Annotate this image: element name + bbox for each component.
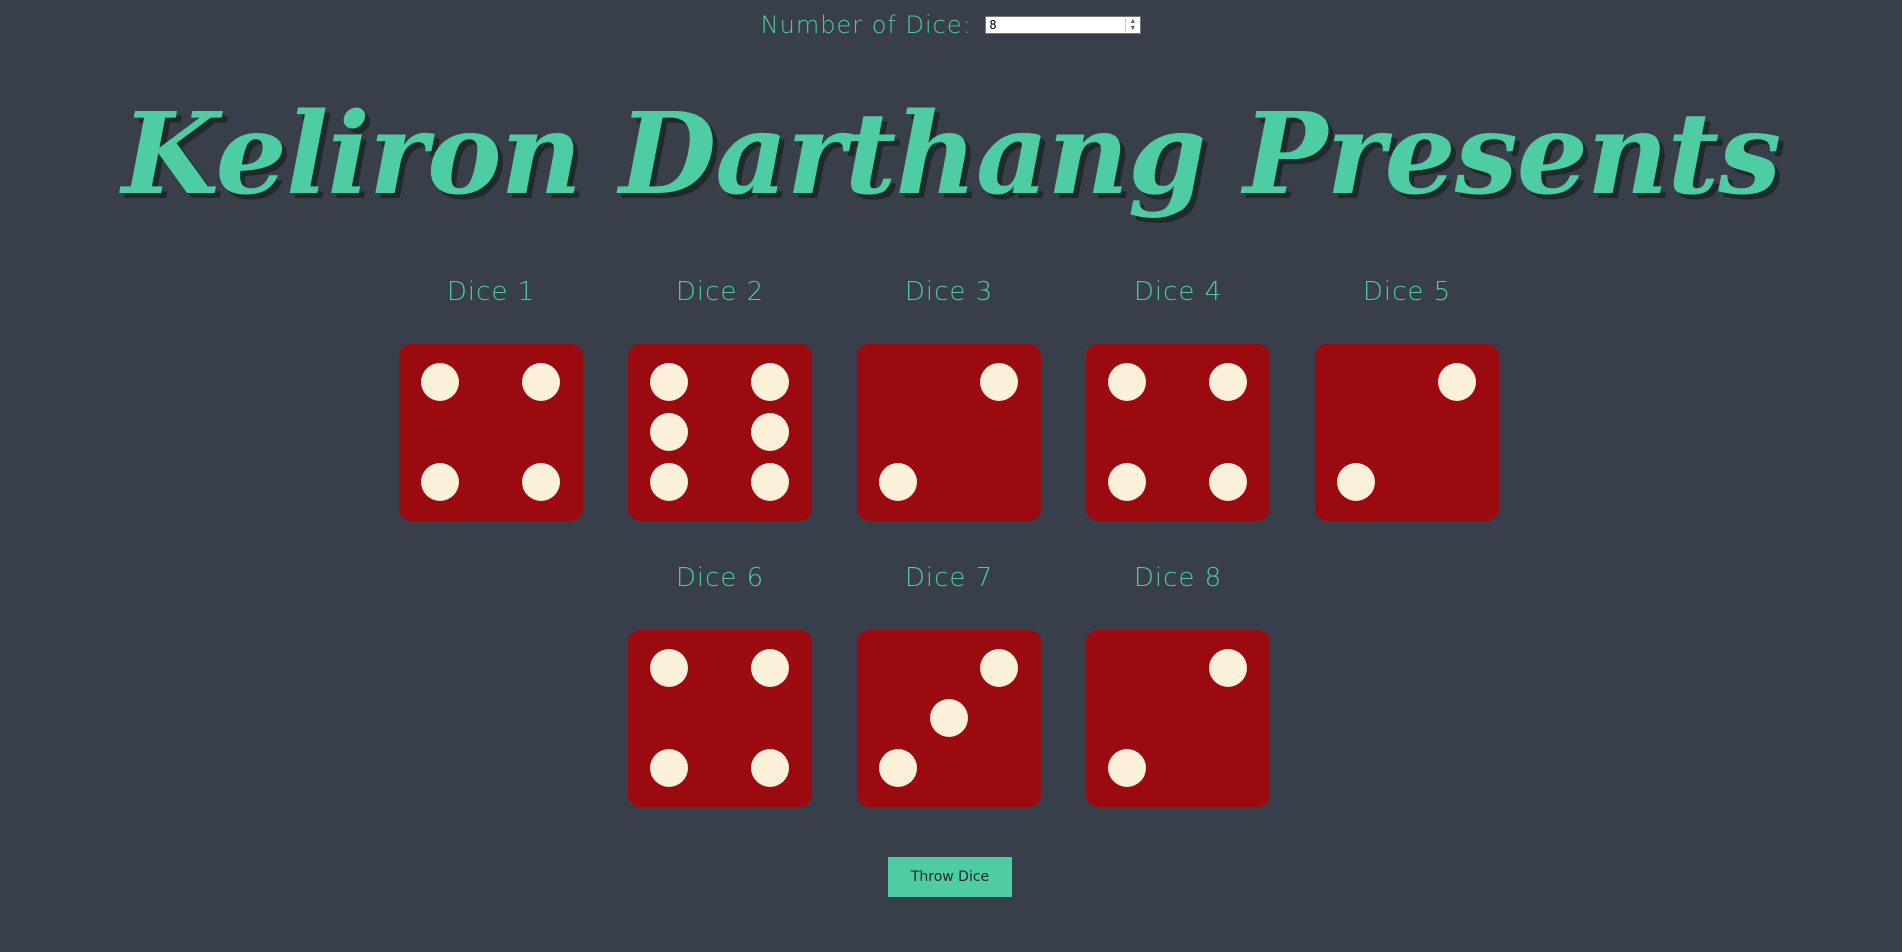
dice-label: Dice 4 xyxy=(1133,277,1223,307)
pip xyxy=(751,749,789,787)
throw-dice-button[interactable]: Throw Dice xyxy=(888,857,1012,897)
pip xyxy=(650,463,688,501)
pip xyxy=(522,463,560,501)
die-face xyxy=(857,344,1041,521)
pip xyxy=(751,463,789,501)
dice-1: Dice 1 xyxy=(399,272,583,521)
dice-label: Dice 1 xyxy=(446,277,536,307)
pip xyxy=(751,649,789,687)
die-face xyxy=(628,344,812,521)
dice-4: Dice 4 xyxy=(1086,272,1270,521)
pip xyxy=(1438,363,1476,401)
spin-buttons[interactable]: ▲ ▼ xyxy=(1125,18,1139,32)
pip xyxy=(1209,363,1247,401)
pip xyxy=(879,749,917,787)
dice-label: Dice 2 xyxy=(675,277,765,307)
die-face xyxy=(1086,630,1270,807)
pip xyxy=(1209,463,1247,501)
pip xyxy=(930,699,968,737)
die-face xyxy=(1086,344,1270,521)
dice-label: Dice 6 xyxy=(675,563,765,593)
pip xyxy=(650,363,688,401)
pip xyxy=(1108,363,1146,401)
dice-8: Dice 8 xyxy=(1086,558,1270,807)
pip xyxy=(879,463,917,501)
dice-count-input[interactable]: 8 ▲ ▼ xyxy=(985,16,1142,34)
pip xyxy=(650,413,688,451)
die-face xyxy=(857,630,1041,807)
pip xyxy=(1209,649,1247,687)
dice-label: Dice 5 xyxy=(1362,277,1452,307)
pip xyxy=(421,463,459,501)
dice-label: Dice 8 xyxy=(1133,563,1223,593)
dice-7: Dice 7 xyxy=(857,558,1041,807)
dice-label: Dice 7 xyxy=(904,563,994,593)
dice-count-value: 8 xyxy=(989,18,997,32)
dice-5: Dice 5 xyxy=(1315,272,1499,521)
dice-count-control: Number of Dice: 8 ▲ ▼ xyxy=(0,10,1902,44)
pip xyxy=(980,649,1018,687)
die-face xyxy=(399,344,583,521)
die-face xyxy=(1315,344,1499,521)
die-face xyxy=(628,630,812,807)
pip xyxy=(751,413,789,451)
dice-6: Dice 6 xyxy=(628,558,812,807)
pip xyxy=(1108,463,1146,501)
pip xyxy=(650,649,688,687)
dice-count-label: Number of Dice: xyxy=(760,11,972,39)
dice-3: Dice 3 xyxy=(857,272,1041,521)
dice-2: Dice 2 xyxy=(628,272,812,521)
pip xyxy=(980,363,1018,401)
pip xyxy=(1108,749,1146,787)
pip xyxy=(1337,463,1375,501)
dice-label: Dice 3 xyxy=(904,277,994,307)
pip xyxy=(421,363,459,401)
chevron-down-icon[interactable]: ▼ xyxy=(1129,24,1136,32)
pip xyxy=(751,363,789,401)
pip xyxy=(650,749,688,787)
page-title: Keliron Darthang Presents xyxy=(121,89,1782,220)
pip xyxy=(522,363,560,401)
page: Number of Dice: 8 ▲ ▼ Keliron Darthang P… xyxy=(0,0,1902,952)
